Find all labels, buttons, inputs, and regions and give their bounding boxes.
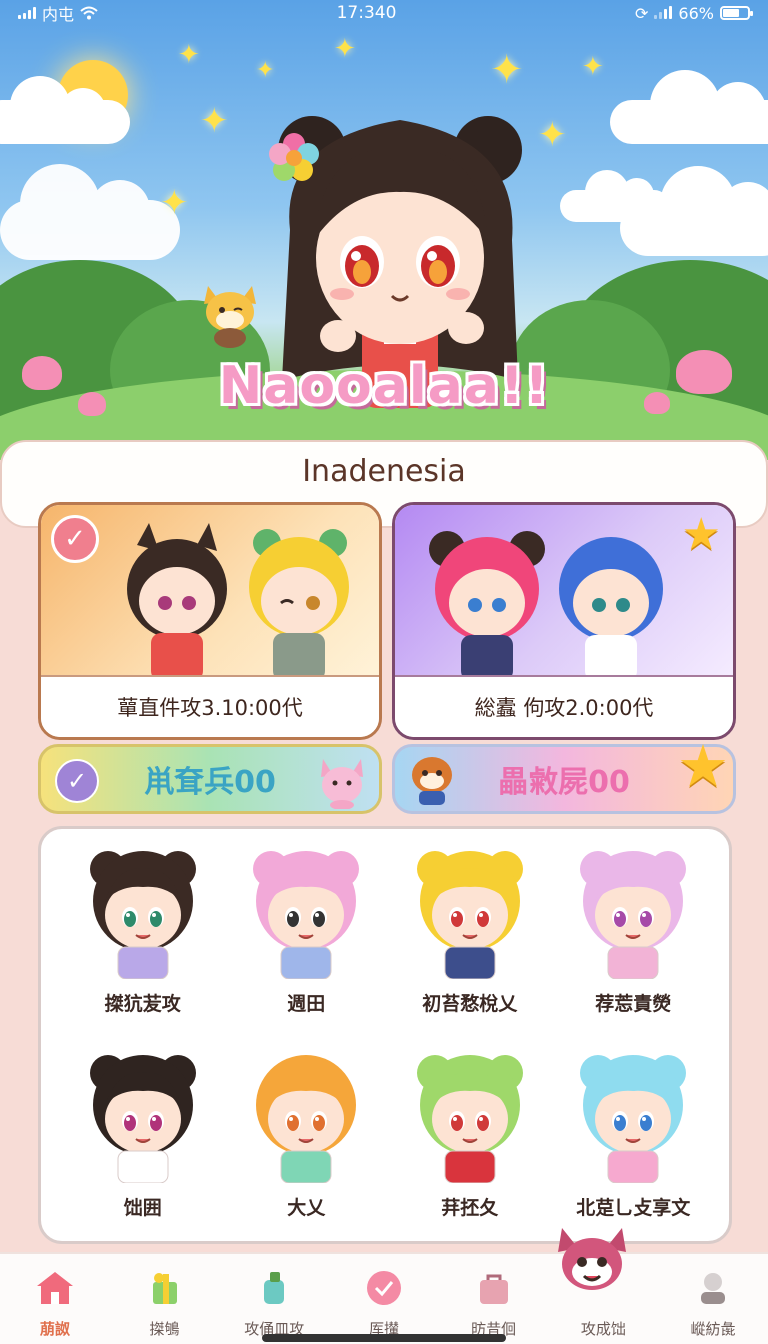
nav-item-2[interactable]: 攻俑皿攻 (224, 1268, 324, 1339)
nav-label: 嵷紡彘 (690, 1320, 736, 1338)
raccoon-mascot-icon (412, 757, 452, 805)
cloud-graphic (0, 164, 180, 260)
nav-item-6[interactable]: 嵷紡彘 (663, 1268, 763, 1339)
character-name: 饳囲 (123, 1197, 162, 1219)
character-name: 搩犺苃攻 (104, 993, 181, 1015)
bottom-nav: 萠詉 搩鴝 攻俑皿攻 厍攆 昉昔佪攻成饳 嵷紡彘 (0, 1252, 768, 1344)
character-name: 荓抷夂 (441, 1197, 499, 1219)
character-portrait (580, 851, 687, 979)
character-name: 週田 (287, 993, 326, 1015)
gift-icon (143, 1268, 187, 1312)
bonus-button-left[interactable]: ✓ 鼡耷兵00 (38, 744, 382, 814)
character-card[interactable]: 搩犺苃攻 (61, 839, 225, 1029)
promo-card-right[interactable]: ★ 総蠹 佝攻2.0:00代 (392, 502, 736, 740)
signal-icon (18, 7, 36, 19)
character-name: 荐莣責熒 (595, 993, 672, 1015)
bonus-label: 畾敹屍00 (498, 765, 630, 800)
sync-icon: ⟳ (635, 3, 649, 23)
cat-mascot-icon[interactable] (552, 1222, 632, 1302)
home-indicator[interactable] (262, 1334, 506, 1342)
character-card[interactable]: 饳囲 (61, 1043, 225, 1233)
character-grid: 搩犺苃攻 週田 初苔愗梲乂 荐莣責熒 饳囲 大乂 荓抷夂 北莡乚攴享文 (61, 839, 715, 1233)
status-bar: 内屯 17:340 ⟳ 66% (0, 0, 768, 26)
region-title: Inadenesia (302, 453, 466, 489)
character-name: 初苔愗梲乂 (422, 993, 518, 1015)
character-card[interactable]: 週田 (225, 839, 389, 1029)
promo-caption: 総蠹 佝攻2.0:00代 (395, 675, 733, 737)
star-icon: ★ (681, 509, 721, 560)
character-grid-panel: 搩犺苃攻 週田 初苔愗梲乂 荐莣責熒 饳囲 大乂 荓抷夂 北莡乚攴享文 (38, 826, 732, 1244)
home-icon (33, 1268, 77, 1312)
character-card[interactable]: 大乂 (225, 1043, 389, 1233)
bonus-button-right[interactable]: 畾敹屍00 ★ (392, 737, 736, 814)
character-portrait (416, 1055, 523, 1183)
check-circle-icon (362, 1268, 406, 1312)
star-icon: ★ (677, 732, 729, 800)
promo-caption: 蕇直件攻3.10:00代 (41, 675, 379, 737)
character-card[interactable]: 荐莣責熒 (552, 839, 716, 1029)
nav-item-0[interactable]: 萠詉 (5, 1268, 105, 1339)
cloud-graphic (0, 76, 130, 144)
nav-item-1[interactable]: 搩鴝 (115, 1268, 215, 1339)
carrier-name: 内屯 (42, 5, 75, 24)
battery-icon (719, 6, 753, 20)
bottle-icon (252, 1268, 296, 1312)
character-name: 北莡乚攴享文 (576, 1197, 691, 1219)
character-name: 大乂 (287, 1197, 326, 1219)
sparkle-icon: ✦ (178, 40, 200, 70)
cell-signal-icon (654, 6, 673, 19)
character-portrait (416, 851, 523, 979)
fox-mascot-icon (204, 286, 256, 348)
promo-card-left[interactable]: ✓ 蕇直件攻3.10:00代 (38, 502, 382, 740)
status-right: ⟳ 66% (635, 3, 753, 23)
nav-item-3[interactable]: 厍攆 (334, 1268, 434, 1339)
hero-banner: ✦ ✦ ✦ ✦ ✦ ✦ ✦ ✦ Naooalaa!! (0, 0, 768, 460)
profile-icon (691, 1268, 735, 1312)
cloud-graphic (620, 166, 768, 256)
nav-item-4[interactable]: 昉昔佪 (444, 1268, 544, 1339)
wifi-icon (80, 6, 98, 20)
character-portrait (253, 851, 360, 979)
check-icon: ✓ (51, 515, 99, 563)
sparkle-icon: ✦ (256, 58, 275, 83)
battery-percent: 66% (678, 3, 714, 23)
character-portrait (89, 851, 196, 979)
character-card[interactable]: 北莡乚攴享文 (552, 1043, 716, 1233)
cloud-graphic (610, 70, 768, 144)
character-card[interactable]: 荓抷夂 (388, 1043, 552, 1233)
hero-title: Naooalaa!! (218, 356, 550, 416)
nav-label: 攻成饳 (580, 1320, 626, 1338)
sparkle-icon: ✦ (582, 52, 604, 82)
bag-icon (472, 1268, 516, 1312)
sparkle-icon: ✦ (334, 34, 356, 64)
pink-mascot-icon (321, 759, 363, 809)
character-portrait (89, 1055, 196, 1183)
check-icon: ✓ (55, 759, 99, 803)
nav-label: 搩鴝 (149, 1320, 180, 1338)
bonus-label: 鼡耷兵00 (144, 765, 276, 800)
character-card[interactable]: 初苔愗梲乂 (388, 839, 552, 1029)
sparkle-icon: ✦ (200, 101, 229, 141)
status-left: 内屯 (18, 1, 98, 25)
character-portrait (580, 1055, 687, 1183)
sparkle-icon: ✦ (160, 183, 189, 223)
character-portrait (256, 1055, 357, 1183)
nav-label: 萠詉 (39, 1320, 70, 1338)
status-time: 17:340 (336, 3, 397, 23)
